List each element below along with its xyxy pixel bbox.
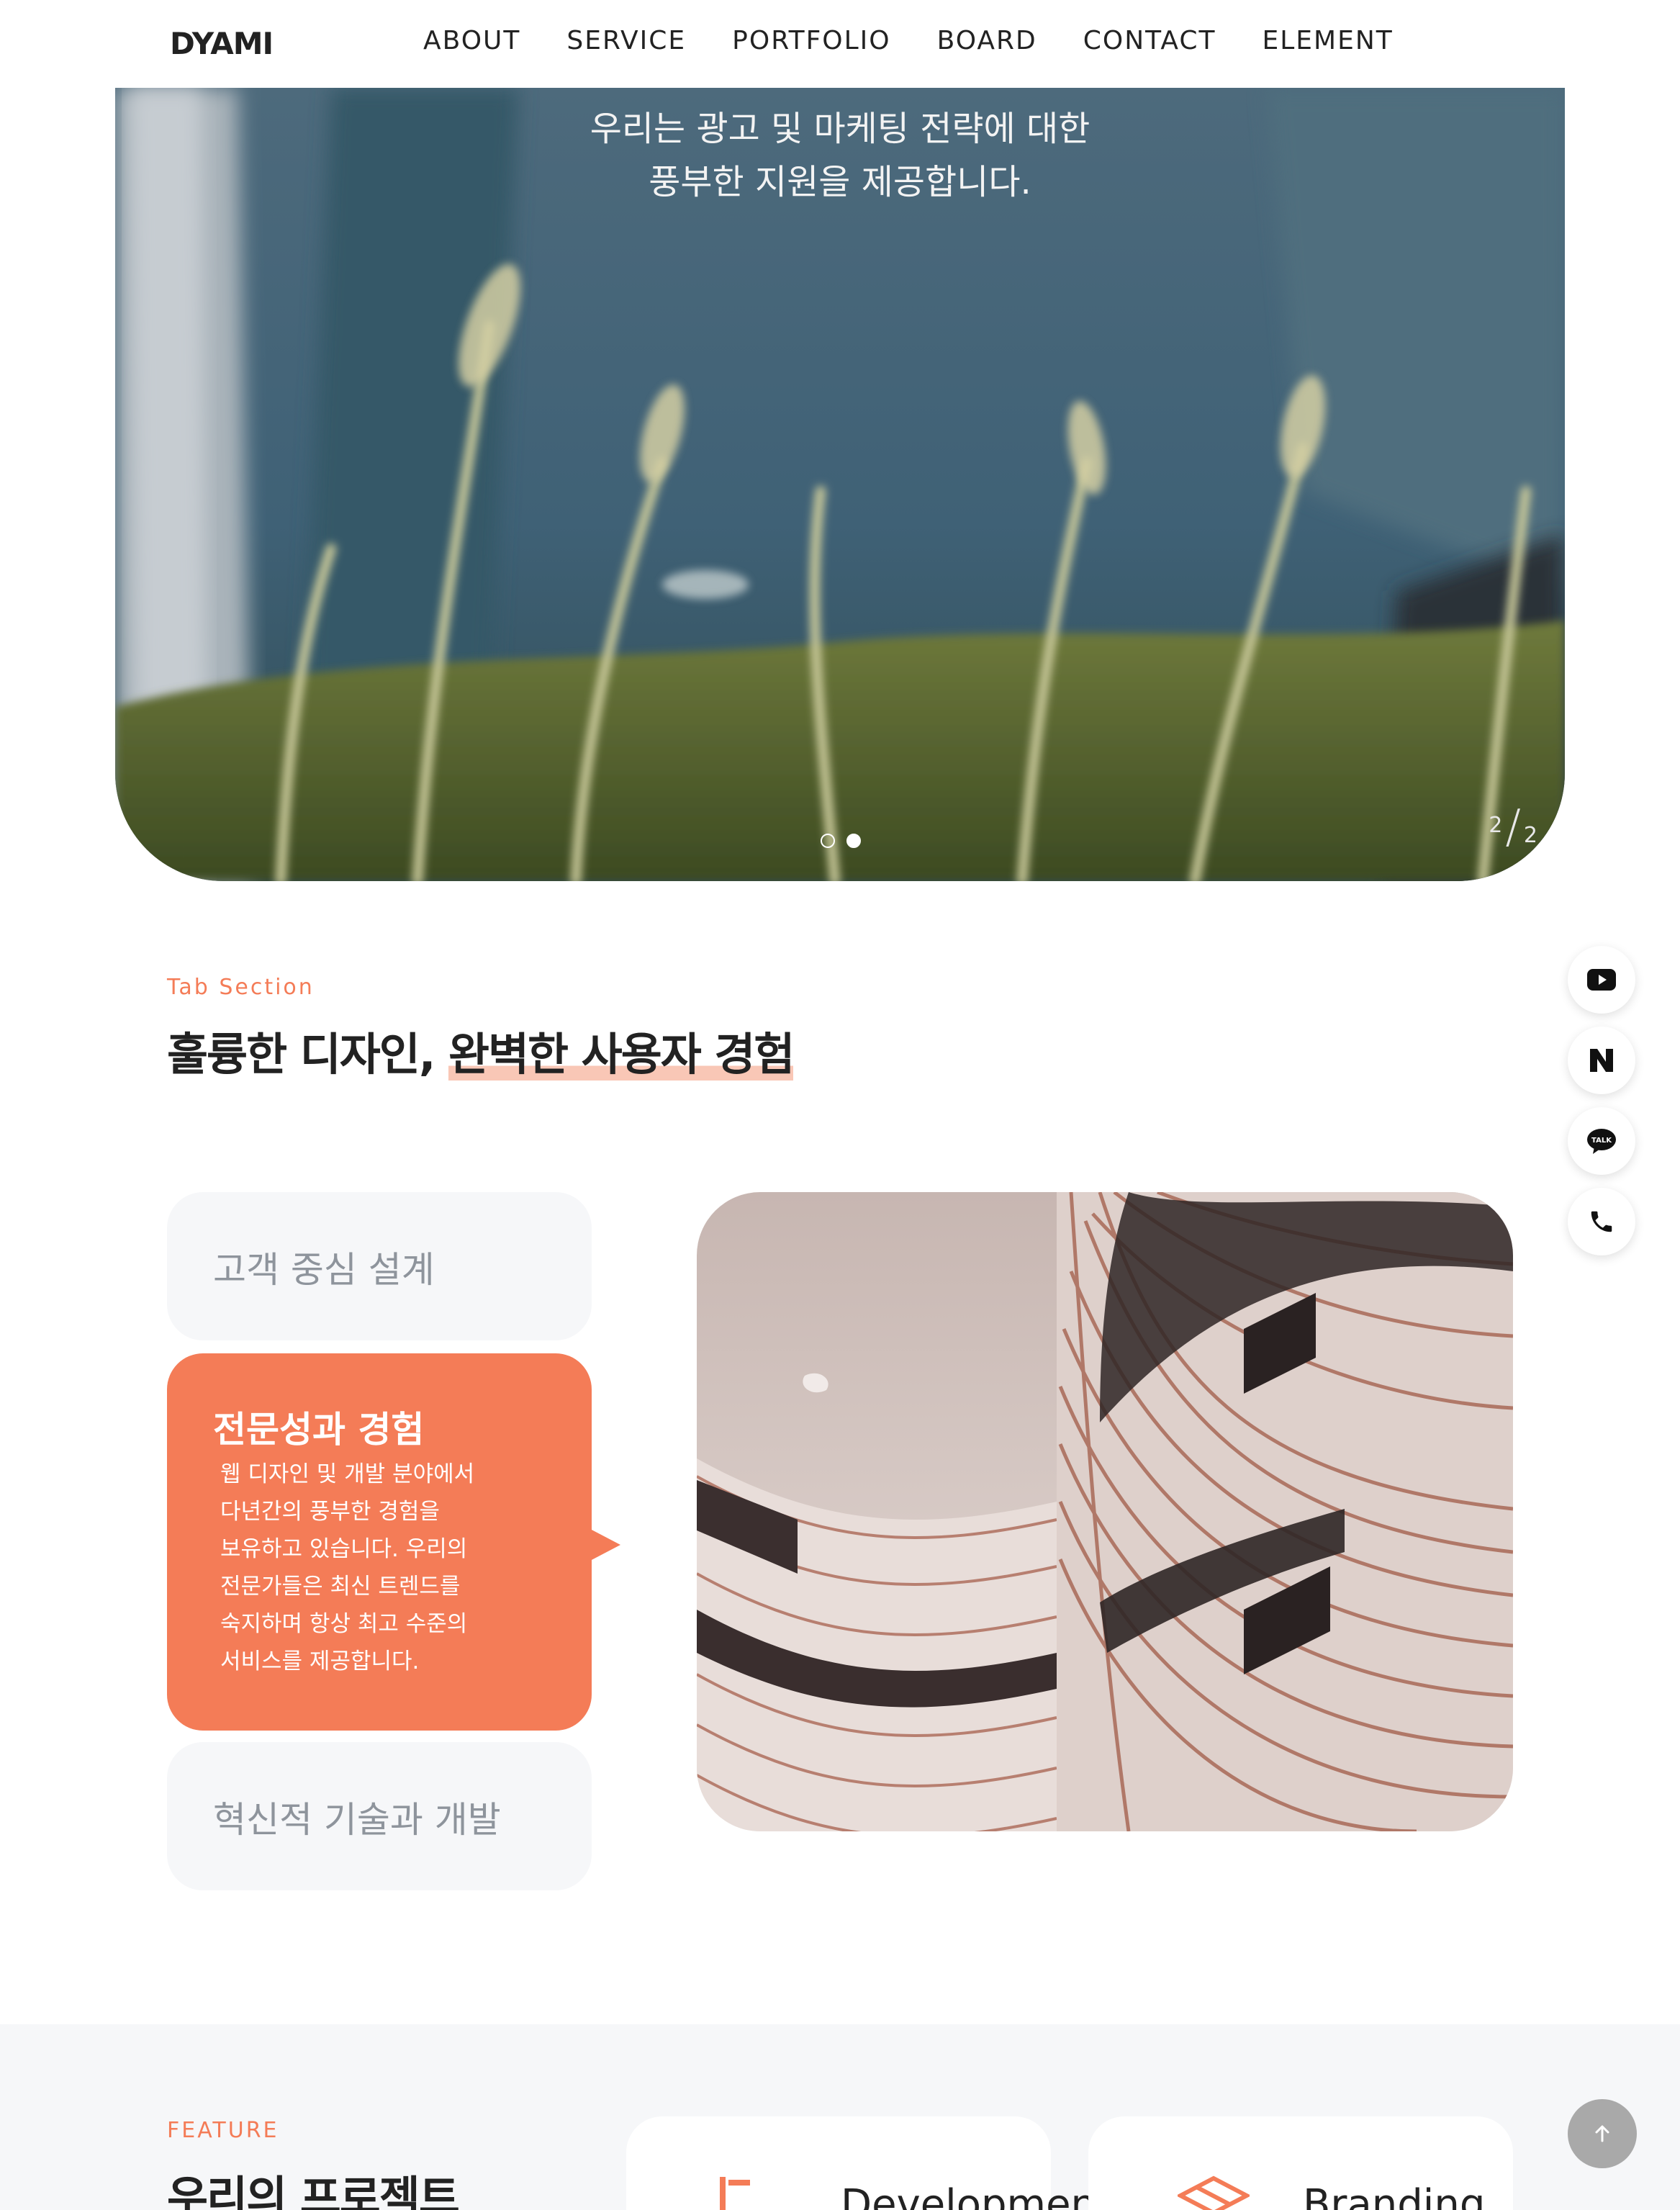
nav-item-about[interactable]: ABOUT [423, 26, 520, 55]
feature-card-development[interactable]: Development [626, 2116, 1112, 2210]
tab-section-eyebrow: Tab Section [167, 975, 315, 1000]
feature-card-title: Branding [1303, 2181, 1486, 2210]
feature-card-branding[interactable]: Branding [1088, 2116, 1513, 2210]
development-icon [720, 2177, 750, 2210]
feature-title: 우리의 프로젝트 [167, 2171, 460, 2210]
tab-customer-centric[interactable]: 고객 중심 설계 [167, 1192, 592, 1340]
hero-slider[interactable]: 우리는 광고 및 마케팅 전략에 대한 풍부한 지원을 제공합니다. 2/2 [115, 88, 1565, 881]
kakaotalk-icon: TALK [1587, 1129, 1616, 1154]
youtube-icon [1587, 969, 1616, 991]
tab-title: 혁신적 기술과 개발 [213, 1799, 501, 1841]
tab-content-image [697, 1192, 1513, 1831]
tab-description: 웹 디자인 및 개발 분야에서 다년간의 풍부한 경험을 보유하고 있습니다. … [220, 1456, 523, 1680]
building-image [697, 1192, 1513, 1831]
tab-title: 고객 중심 설계 [213, 1249, 435, 1291]
pagination-dot[interactable] [821, 834, 835, 848]
feature-card-title: Development [841, 2181, 1112, 2210]
tab-section-title-plain: 훌륭한 디자인, [167, 1028, 448, 1081]
nav-item-element[interactable]: ELEMENT [1263, 26, 1394, 55]
site-header: DYAMI ABOUT SERVICE PORTFOLIO BOARD CONT… [0, 0, 1680, 88]
tab-section-title-highlight: 완벽한 사용자 경험 [448, 1028, 795, 1081]
tab-description-line: 보유하고 있습니다. 우리의 [220, 1536, 468, 1562]
hero-caption-line-1: 우리는 광고 및 마케팅 전략에 대한 [590, 109, 1090, 149]
pagination-dot[interactable] [846, 834, 861, 848]
hero-caption: 우리는 광고 및 마케팅 전략에 대한 풍부한 지원을 제공합니다. [115, 102, 1565, 209]
slide-total: 2 [1523, 823, 1537, 848]
slide-current: 2 [1489, 813, 1503, 838]
feature-section: FEATURE 우리의 프로젝트 Development Branding [0, 2024, 1680, 2210]
tab-description-line: 다년간의 풍부한 경험을 [220, 1499, 440, 1525]
logo[interactable]: DYAMI [170, 26, 274, 61]
arrow-up-icon [1595, 2125, 1609, 2142]
phone-button[interactable] [1568, 1188, 1635, 1255]
kakaotalk-button[interactable]: TALK [1568, 1107, 1635, 1175]
tab-section-title: 훌륭한 디자인, 완벽한 사용자 경험 [167, 1018, 795, 1083]
tab-expertise-active[interactable]: 전문성과 경험 웹 디자인 및 개발 분야에서 다년간의 풍부한 경험을 보유하… [167, 1353, 620, 1731]
tab-description-line: 웹 디자인 및 개발 분야에서 [220, 1461, 475, 1487]
branding-icon [1178, 2175, 1250, 2210]
tab-description-line: 전문가들은 최신 트렌드를 [220, 1574, 461, 1600]
slide-counter: 2/2 [1489, 800, 1537, 854]
nav-item-contact[interactable]: CONTACT [1083, 26, 1216, 55]
youtube-button[interactable] [1568, 946, 1635, 1014]
naver-blog-icon [1590, 1049, 1613, 1072]
kakaotalk-label: TALK [1591, 1137, 1612, 1145]
feature-eyebrow: FEATURE [167, 2118, 279, 2143]
tab-description-line: 서비스를 제공합니다. [220, 1649, 420, 1674]
slide-separator: / [1505, 800, 1521, 854]
nav-item-service[interactable]: SERVICE [566, 26, 686, 55]
slider-pagination [821, 834, 861, 848]
phone-icon [1591, 1211, 1612, 1232]
tab-title: 전문성과 경험 [213, 1409, 425, 1451]
hero-caption-line-2: 풍부한 지원을 제공합니다. [649, 162, 1031, 202]
nav-item-portfolio[interactable]: PORTFOLIO [732, 26, 890, 55]
nav-item-board[interactable]: BOARD [937, 26, 1037, 55]
main-nav: ABOUT SERVICE PORTFOLIO BOARD CONTACT EL… [423, 26, 1440, 55]
scroll-to-top-button[interactable] [1568, 2099, 1637, 2168]
tab-description-line: 숙지하며 항상 최고 수준의 [220, 1611, 468, 1637]
tab-innovation[interactable]: 혁신적 기술과 개발 [167, 1742, 592, 1890]
naver-blog-button[interactable] [1568, 1027, 1635, 1094]
